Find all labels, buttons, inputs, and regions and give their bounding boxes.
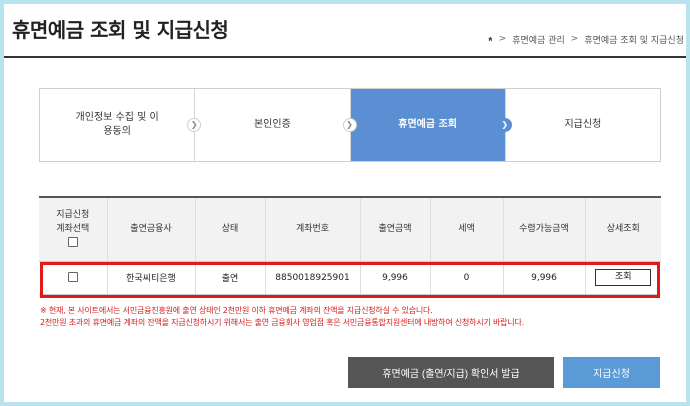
step-dormant-inquiry: 휴면예금 조회 ❯ [350, 89, 512, 161]
column-header-tax: 세액 [429, 196, 503, 262]
column-header-institution: 출연금융사 [106, 196, 195, 262]
home-icon[interactable] [488, 34, 493, 44]
table-header-row: 지급신청 계좌선택 출연금융사 상태 계좌번호 출연금액 세액 수령가능금액 상… [39, 196, 661, 262]
table-row: 한국씨티은행 출연 8850018925901 9,996 0 9,996 조회 [39, 261, 661, 295]
cell-detail: 조회 [584, 261, 661, 295]
step-label: 본인인증 [253, 118, 291, 130]
breadcrumb-item-current: 휴면예금 조회 및 지급신청 [584, 35, 684, 46]
column-header-label: 지급신청 [56, 210, 90, 220]
step-identity-verification: 본인인증 ❯ [195, 89, 357, 161]
apply-payment-button[interactable]: 지급신청 [563, 357, 660, 388]
column-header-status: 상태 [194, 196, 265, 262]
account-select-checkbox[interactable] [67, 272, 78, 283]
step-payment-request: 지급신청 [506, 89, 660, 161]
breadcrumb-item-dormant-management[interactable]: 휴면예금 관리 [512, 33, 565, 46]
breadcrumb-separator: > [498, 34, 507, 44]
step-label: 지급신청 [564, 118, 602, 130]
column-header-account: 계좌번호 [264, 196, 360, 262]
column-header-detail: 상세조회 [584, 196, 661, 262]
cell-account: 8850018925901 [264, 261, 360, 295]
notice-line-1: ※ 현재, 본 사이트에서는 서민금융진흥원에 출연 상태인 2천만원 이하 휴… [40, 306, 433, 315]
cell-status: 출연 [194, 261, 265, 295]
row-select-cell [39, 261, 107, 295]
notice-text: ※ 현재, 본 사이트에서는 서민금융진흥원에 출연 상태인 2천만원 이하 휴… [40, 305, 660, 330]
page-title: 휴면예금 조회 및 지급신청 [12, 18, 229, 42]
select-all-checkbox[interactable] [67, 236, 78, 247]
step-label: 개인정보 수집 및 이용동의 [75, 111, 159, 138]
chevron-right-icon: ❯ [497, 118, 512, 132]
cell-institution: 한국씨티은행 [106, 261, 195, 295]
notice-line-2: 2천만원 초과의 휴면예금 계좌의 잔액을 지급신청하시기 위해서는 출연 금융… [40, 318, 524, 328]
chevron-right-icon: ❯ [342, 118, 357, 132]
title-divider [4, 56, 686, 58]
view-detail-button[interactable]: 조회 [595, 269, 652, 286]
column-header-receivable: 수령가능금액 [502, 196, 585, 262]
breadcrumb: > 휴면예금 관리 > 휴면예금 조회 및 지급신청 [488, 32, 684, 46]
cell-tax: 0 [429, 261, 503, 295]
column-header-label: 계좌선택 [56, 223, 90, 234]
column-header-select: 지급신청 계좌선택 [39, 196, 107, 262]
cell-amount: 9,996 [359, 261, 430, 295]
step-consent: 개인정보 수집 및 이용동의 ❯ [40, 89, 202, 161]
step-label: 휴면예금 조회 [398, 118, 457, 130]
cell-receivable: 9,996 [502, 261, 585, 295]
column-header-amount: 출연금액 [359, 196, 430, 262]
dormant-account-table: 지급신청 계좌선택 출연금융사 상태 계좌번호 출연금액 세액 수령가능금액 상… [39, 196, 661, 295]
issue-certificate-button[interactable]: 휴면예금 (출연/지급) 확인서 발급 [348, 357, 554, 388]
step-indicator: 개인정보 수집 및 이용동의 ❯ 본인인증 ❯ 휴면예금 조회 ❯ 지급신청 [39, 88, 661, 162]
breadcrumb-separator: > [570, 34, 579, 44]
